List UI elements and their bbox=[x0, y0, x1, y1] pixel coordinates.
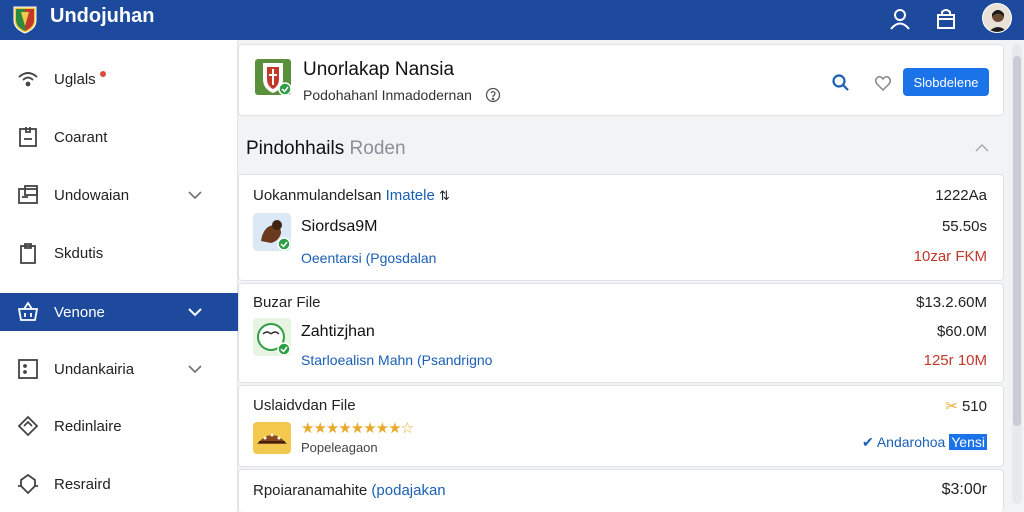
row-heading-text: Uokanmulandelsan bbox=[253, 187, 382, 204]
sort-icon: ⇅ bbox=[438, 188, 450, 203]
product-thumbnail-icon bbox=[253, 422, 291, 454]
basket-icon bbox=[17, 301, 39, 321]
wifi-icon bbox=[18, 72, 38, 87]
row-name: Siordsa9M bbox=[301, 218, 378, 235]
status-tag: Yensi bbox=[949, 434, 987, 450]
folder-icon bbox=[18, 185, 38, 204]
sidebar-item-uglals[interactable]: Uglals bbox=[0, 60, 238, 98]
row-link[interactable]: Oeentarsi (Pgosdalan bbox=[301, 250, 436, 266]
brand-logo-icon bbox=[255, 59, 291, 95]
checkmark-icon: ✔ bbox=[861, 434, 874, 450]
page-title: Unorlakap Nansia bbox=[303, 59, 455, 80]
header-card: Unorlakap Nansia Podohahanl Inmadodernan… bbox=[238, 44, 1004, 116]
avatar-image bbox=[988, 10, 1008, 32]
row-heading-text: Rpoiaranamahite bbox=[253, 482, 368, 499]
sidebar-item-label: Undowaian bbox=[54, 186, 130, 204]
sidebar-item-skdutis[interactable]: Skdutis bbox=[0, 234, 238, 272]
section-title-muted: Roden bbox=[349, 138, 406, 159]
notification-dot bbox=[100, 71, 106, 77]
sidebar-item-label: Undankairia bbox=[54, 360, 135, 378]
sidebar-item-coarant[interactable]: Coarant bbox=[0, 118, 238, 156]
row-heading: Rpoiaranamahite (podajakan bbox=[253, 482, 446, 499]
row-value-1: 1222Aa bbox=[935, 187, 987, 204]
sidebar-item-redinlaire[interactable]: Redinlaire bbox=[0, 407, 238, 445]
list-item[interactable]: Buzar File Zahtizjhan Starloealisn Mahn … bbox=[238, 283, 1004, 383]
row-heading: Buzar File bbox=[253, 294, 321, 311]
row-value-1: ✂ 510 bbox=[945, 397, 987, 415]
chevron-up-icon[interactable] bbox=[974, 140, 990, 156]
sidebar-item-venone[interactable]: Venone bbox=[0, 293, 238, 331]
star-rating: ★★★★★★★★☆ bbox=[301, 419, 414, 437]
row-value-1: $13.2.60M bbox=[916, 294, 987, 311]
sidebar-item-label: Venone bbox=[54, 303, 105, 321]
clipboard-icon bbox=[20, 243, 36, 264]
scrollbar-thumb[interactable] bbox=[1013, 56, 1021, 426]
row-value-text: 510 bbox=[961, 398, 987, 415]
help-icon[interactable] bbox=[485, 87, 501, 103]
sidebar-item-label: Uglals bbox=[54, 70, 96, 88]
row-heading: Uslaidvdan File bbox=[253, 397, 356, 414]
status-link[interactable]: ✔ Andarohoa Yensi bbox=[862, 434, 987, 451]
row-heading-link[interactable]: Imatele bbox=[386, 187, 435, 204]
sidebar-item-label: Skdutis bbox=[54, 244, 104, 262]
bag-icon[interactable] bbox=[934, 7, 958, 31]
chevron-down-icon[interactable] bbox=[186, 186, 204, 204]
row-heading-link[interactable]: (podajakan bbox=[371, 482, 445, 499]
list-item[interactable]: Rpoiaranamahite (podajakan $3:00r bbox=[238, 469, 1004, 512]
sidebar: Uglals Coarant Undowaian Skdutis Venone … bbox=[0, 40, 238, 512]
list-item[interactable]: Uslaidvdan File ★★★★★★★★☆ Popeleagaon ✂ … bbox=[238, 385, 1004, 467]
sidebar-item-undankairia[interactable]: Undankairia bbox=[0, 350, 238, 388]
sidebar-item-resraird[interactable]: Resraird bbox=[0, 465, 238, 503]
primary-action-button[interactable]: Slobdelene bbox=[903, 68, 989, 96]
product-thumbnail-icon bbox=[253, 318, 291, 356]
row-subtitle: Popeleagaon bbox=[301, 440, 378, 455]
sidebar-item-undowaian[interactable]: Undowaian bbox=[0, 176, 238, 214]
crest-logo-icon bbox=[13, 6, 37, 34]
chevron-down-icon[interactable] bbox=[186, 360, 204, 378]
user-icon[interactable] bbox=[888, 7, 912, 31]
row-value-2: 55.50s bbox=[941, 218, 987, 235]
sidebar-item-label: Resraird bbox=[54, 475, 111, 493]
row-value-2: $60.0M bbox=[936, 323, 987, 340]
shield-icon bbox=[18, 473, 38, 495]
document-icon bbox=[19, 127, 37, 147]
rating-stars: ★★★★★★★★☆ bbox=[301, 420, 414, 437]
row-heading: Uokanmulandelsan Imatele ⇅ bbox=[253, 187, 450, 204]
product-thumbnail-icon bbox=[253, 213, 291, 251]
sidebar-item-label: Coarant bbox=[54, 128, 108, 146]
section-title: Pindohhails Roden bbox=[246, 138, 406, 160]
row-value-3: 10zar FKM bbox=[913, 248, 987, 265]
page-subtitle: Podohahanl Inmadodernan bbox=[303, 87, 472, 103]
row-link[interactable]: Starloealisn Mahn (Psandrigno bbox=[301, 352, 492, 368]
coin-icon: ✂ bbox=[945, 398, 958, 415]
heart-icon[interactable] bbox=[873, 73, 893, 93]
chevron-down-icon[interactable] bbox=[186, 303, 204, 321]
row-value-1: $3:00r bbox=[941, 481, 987, 498]
row-name: Zahtizjhan bbox=[301, 323, 375, 340]
row-value-3: 125r 10M bbox=[923, 352, 987, 369]
search-icon[interactable] bbox=[831, 73, 851, 93]
app-title: Undojuhan bbox=[50, 5, 155, 27]
avatar[interactable] bbox=[982, 3, 1012, 33]
list-item[interactable]: Uokanmulandelsan Imatele ⇅ Siordsa9M Oee… bbox=[238, 174, 1004, 281]
grid-icon bbox=[18, 359, 38, 379]
tag-icon bbox=[17, 415, 39, 437]
section-title-main: Pindohhails bbox=[246, 138, 345, 159]
sidebar-item-label: Redinlaire bbox=[54, 417, 122, 435]
top-bar: Undojuhan bbox=[0, 0, 1024, 40]
status-text: Andarohoa bbox=[876, 434, 946, 450]
